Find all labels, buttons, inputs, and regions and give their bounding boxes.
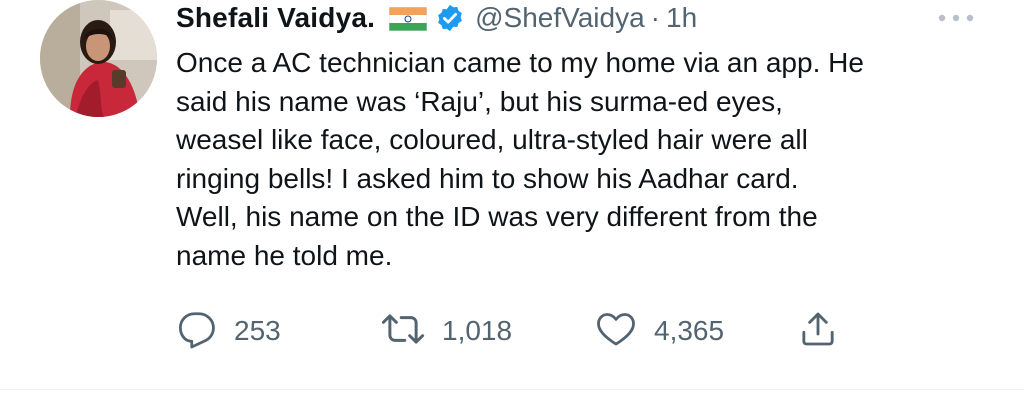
tweet-text: Once a AC technician came to my home via…: [176, 44, 976, 275]
verified-badge-icon: [435, 3, 465, 33]
india-flag-icon: [388, 6, 428, 32]
like-button[interactable]: 4,365: [594, 308, 724, 354]
separator-dot: ·: [650, 2, 660, 33]
retweet-button[interactable]: 1,018: [380, 308, 512, 354]
reply-count: 253: [234, 315, 281, 346]
tweet-header: Shefali Vaidya. @ShefVaidya · 1h: [176, 0, 697, 36]
tweet-text-line: name he told me.: [176, 239, 393, 271]
reply-button[interactable]: 253: [176, 308, 281, 354]
like-count: 4,365: [654, 315, 725, 346]
tweet-text-line: said his name was ‘Raju’, but his surma-…: [176, 85, 783, 117]
more-options-icon[interactable]: [936, 8, 976, 28]
tweet-text-line: Once a AC technician came to my home via…: [176, 47, 864, 78]
tweet-text-line: ringing bells! I asked him to show his A…: [176, 162, 799, 194]
tweet-divider: [0, 389, 1024, 390]
retweet-count: 1,018: [442, 315, 513, 346]
author-display-name[interactable]: Shefali Vaidya.: [176, 2, 375, 34]
retweet-icon: [380, 308, 426, 355]
heart-icon: [594, 308, 638, 355]
tweet-timestamp[interactable]: 1h: [666, 2, 697, 34]
share-button[interactable]: [798, 308, 838, 354]
tweet-actions: 253 1,018 4,365: [176, 308, 876, 354]
author-handle[interactable]: @ShefVaidya: [475, 2, 645, 34]
share-icon: [798, 308, 838, 355]
avatar[interactable]: [40, 0, 157, 117]
tweet-text-line: Well, his name on the ID was very differ…: [176, 201, 818, 232]
avatar-photo: [40, 0, 157, 117]
tweet[interactable]: Shefali Vaidya. @ShefVaidya · 1h Once a …: [0, 0, 1024, 400]
reply-icon: [176, 308, 218, 355]
tweet-text-line: weasel like face, coloured, ultra-styled…: [176, 124, 808, 155]
